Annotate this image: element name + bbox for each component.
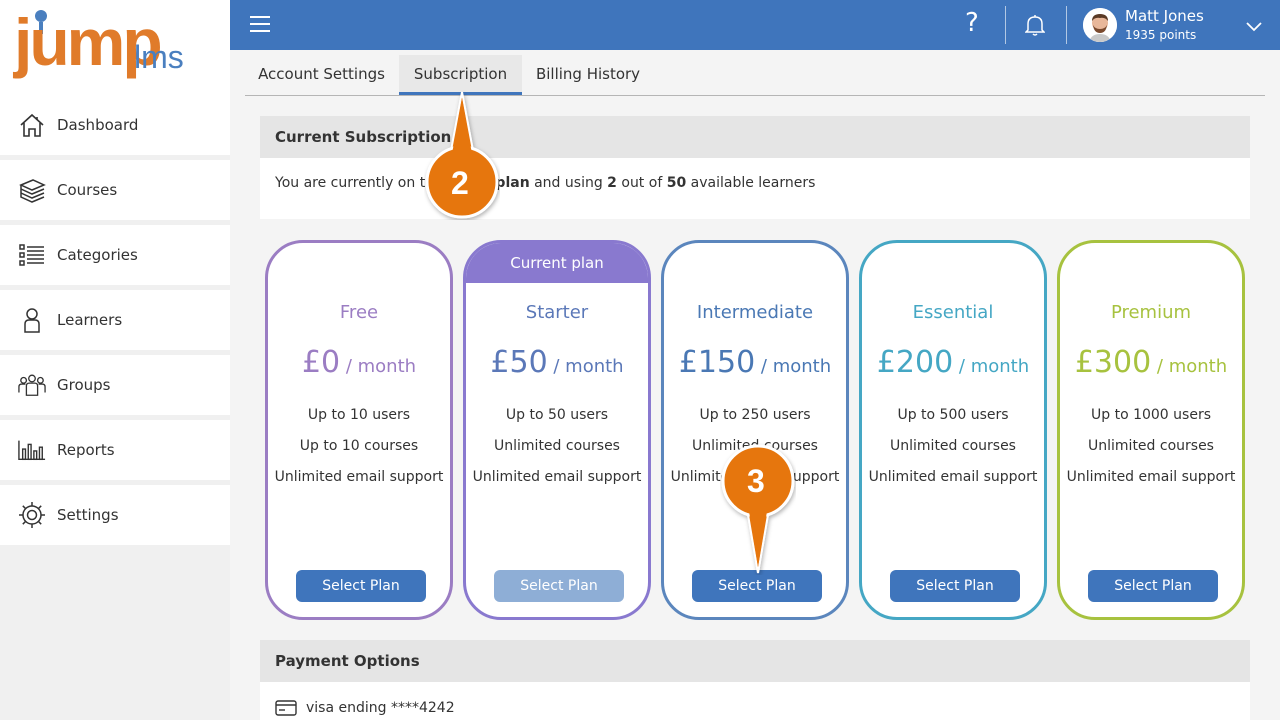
user-points: 1935 points [1125, 28, 1197, 42]
plan-card-free: Free £0 / month Up to 10 users Up to 10 … [265, 240, 453, 620]
plan-support: Unlimited email support [274, 469, 444, 485]
plan-courses: Unlimited courses [494, 438, 620, 454]
plan-users: Up to 10 users [307, 407, 411, 423]
home-icon [18, 111, 46, 139]
step-2-number: 2 [451, 165, 469, 201]
payment-options-heading: Payment Options [260, 640, 1250, 682]
plan-courses: Unlimited courses [1088, 438, 1214, 454]
plan-support: Unlimited email support [472, 469, 642, 485]
current-subscription-panel: Current Subscription You are currently o… [260, 116, 1250, 219]
plan-name: Intermediate [696, 302, 814, 323]
plan-users: Up to 1000 users [1091, 407, 1211, 423]
sidebar-item-label: Learners [57, 311, 123, 329]
sidebar-item-label: Reports [57, 441, 115, 459]
person-icon [18, 306, 46, 334]
sidebar-item-categories[interactable]: Categories [0, 225, 230, 285]
step-3-number: 3 [747, 463, 765, 499]
plan-users: Up to 250 users [699, 407, 811, 423]
chevron-down-icon[interactable] [1246, 17, 1262, 36]
sidebar-item-dashboard[interactable]: Dashboard [0, 95, 230, 155]
help-icon[interactable]: ? [965, 8, 979, 38]
tab-billing-history[interactable]: Billing History [523, 55, 653, 95]
plan-name: Starter [525, 302, 589, 323]
sidebar-item-reports[interactable]: Reports [0, 420, 230, 480]
plan-card-premium: Premium £300 / month Up to 1000 users Un… [1057, 240, 1245, 620]
sub-text-out-of: out of [616, 175, 667, 191]
logo-text-lms: lms [134, 39, 184, 75]
sub-text-mid: and using [529, 175, 608, 191]
plan-price-period: / month [953, 356, 1030, 377]
plan-price: £50 / month [466, 345, 648, 380]
plan-users: Up to 500 users [897, 407, 1009, 423]
plan-price-amount: £50 [490, 345, 548, 380]
sidebar-item-settings[interactable]: Settings [0, 485, 230, 545]
sidebar-item-label: Dashboard [57, 116, 139, 134]
select-plan-button-premium[interactable]: Select Plan [1088, 570, 1218, 602]
user-name[interactable]: Matt Jones [1125, 7, 1204, 25]
step-3-callout: 3 [720, 443, 796, 575]
plan-price-amount: £200 [876, 345, 954, 380]
plan-price-period: / month [1151, 356, 1228, 377]
group-icon [18, 371, 46, 399]
top-bar: ? Matt Jones 1935 points [230, 0, 1280, 50]
plan-support: Unlimited email support [868, 469, 1038, 485]
plan-price: £150 / month [664, 345, 846, 380]
plan-name: Essential [912, 302, 994, 323]
plan-name: Free [339, 302, 379, 323]
divider [1066, 6, 1067, 44]
gear-icon [18, 501, 46, 529]
sidebar-nav: Dashboard Courses Categories Learners Gr… [0, 95, 230, 550]
divider [1005, 6, 1006, 44]
select-plan-button-starter[interactable]: Select Plan [494, 570, 624, 602]
tab-subscription[interactable]: Subscription [399, 55, 522, 95]
current-subscription-heading: Current Subscription [260, 116, 1250, 158]
plan-price: £0 / month [268, 345, 450, 380]
plan-price-amount: £300 [1074, 345, 1152, 380]
list-icon [18, 241, 46, 269]
sidebar: jump lms Dashboard Courses Categories Le… [0, 0, 230, 720]
sidebar-item-label: Groups [57, 376, 111, 394]
sub-text-end: available learners [686, 175, 816, 191]
settings-tabs: Account Settings Subscription Billing Hi… [245, 55, 1265, 96]
sub-used-count: 2 [607, 175, 617, 191]
plan-price-period: / month [547, 356, 624, 377]
plan-card-starter: Current plan Starter £50 / month Up to 5… [463, 240, 651, 620]
jumplms-logo[interactable]: jump lms [0, 0, 230, 95]
bell-icon[interactable] [1024, 14, 1046, 40]
plan-courses: Unlimited courses [890, 438, 1016, 454]
step-2-callout: 2 [424, 90, 500, 220]
current-subscription-text: You are currently on tyStarter plan and … [260, 158, 1250, 191]
saved-card-row[interactable]: visa ending ****4242 [275, 700, 455, 716]
plan-price-amount: £0 [301, 345, 341, 380]
plan-name: Premium [1110, 302, 1192, 323]
plan-price: £300 / month [1060, 345, 1242, 380]
card-text: visa ending ****4242 [306, 700, 455, 716]
plan-price-amount: £150 [678, 345, 756, 380]
sidebar-item-label: Settings [57, 506, 119, 524]
plan-price: £200 / month [862, 345, 1044, 380]
hamburger-menu-icon[interactable] [250, 16, 270, 34]
plan-users: Up to 50 users [505, 407, 609, 423]
plan-price-period: / month [755, 356, 832, 377]
plan-card-essential: Essential £200 / month Up to 500 users U… [859, 240, 1047, 620]
plan-support: Unlimited email support [1066, 469, 1236, 485]
select-plan-button-essential[interactable]: Select Plan [890, 570, 1020, 602]
sidebar-item-courses[interactable]: Courses [0, 160, 230, 220]
bar-chart-icon [18, 436, 46, 464]
sidebar-item-label: Categories [57, 246, 138, 264]
current-plan-banner: Current plan [466, 243, 648, 283]
tab-account-settings[interactable]: Account Settings [245, 55, 398, 95]
plan-price-period: / month [340, 356, 417, 377]
books-icon [18, 176, 46, 204]
avatar[interactable] [1083, 8, 1117, 42]
sidebar-item-groups[interactable]: Groups [0, 355, 230, 415]
plan-courses: Up to 10 courses [299, 438, 419, 454]
sub-available-count: 50 [666, 175, 687, 191]
select-plan-button-free[interactable]: Select Plan [296, 570, 426, 602]
sidebar-item-learners[interactable]: Learners [0, 290, 230, 350]
credit-card-icon [275, 700, 297, 716]
sidebar-item-label: Courses [57, 181, 118, 199]
sub-text-start: You are currently on t [275, 175, 426, 191]
